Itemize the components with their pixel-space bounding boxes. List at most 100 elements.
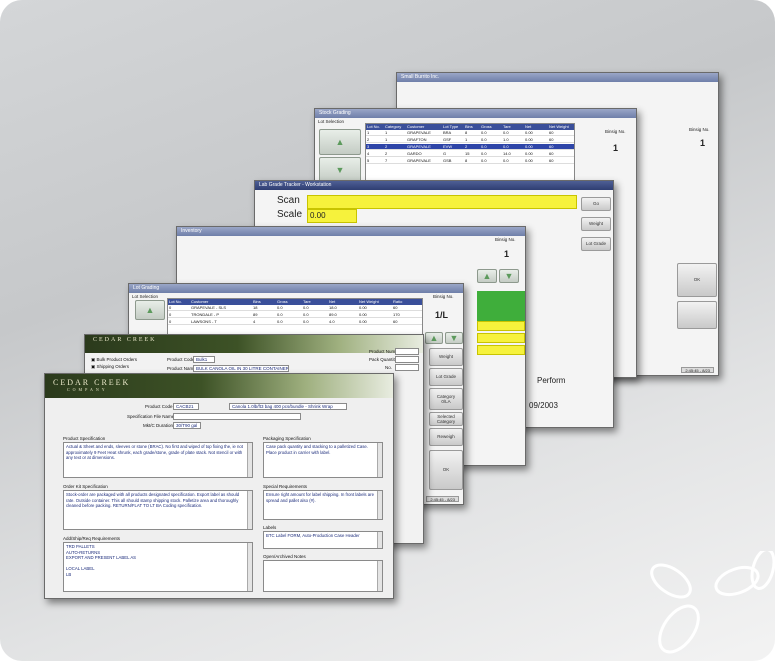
- scroll-up-button[interactable]: ▲: [477, 269, 497, 283]
- additional-req-label: Add/Ship/Req Requirements: [63, 536, 121, 541]
- green-up-arrow-icon: ▲: [335, 137, 345, 147]
- scrollbar[interactable]: [377, 561, 382, 591]
- no-label: No.: [385, 365, 393, 370]
- table-row[interactable]: 0 LAWSONS - T 4 0.0 0.0 4.0 0.00 60: [168, 319, 422, 325]
- product-name-label: Product Name: [167, 366, 196, 371]
- ok-button[interactable]: OK: [677, 263, 717, 297]
- green-down-arrow-icon: ▼: [449, 333, 459, 343]
- side-button-weight[interactable]: Weight: [429, 348, 463, 366]
- table-cell: 0.00: [525, 130, 533, 135]
- labels-label: Labels: [263, 525, 277, 530]
- side-button-weight[interactable]: Weight: [581, 217, 611, 231]
- category-value: 0/LA: [441, 399, 451, 404]
- scrollbar[interactable]: [247, 491, 252, 529]
- green-down-arrow-icon: ▼: [335, 165, 345, 175]
- box-no-value: 1: [700, 138, 706, 148]
- box-no-value: 1/L: [435, 310, 449, 320]
- table-cell: 1: [385, 130, 388, 135]
- table-row[interactable]: 1 1 GRAPEVALE BRA 8 0.0 0.0 0.00 60: [366, 130, 574, 136]
- product-number-field[interactable]: [395, 348, 419, 355]
- date-text: 09/2003: [529, 401, 558, 410]
- table-cell: LAWSONS - T: [191, 319, 217, 324]
- table-row[interactable]: 5 7 GRAPEVALE GSB 8 0.0 0.0 0.00 60: [366, 158, 574, 164]
- table-cell: 8: [465, 130, 468, 135]
- window-titlebar: Lab Grade Tracker - Workstation: [255, 181, 613, 190]
- pack-quantity-field[interactable]: [395, 356, 419, 363]
- table-row[interactable]: 4 2 GARDO G 15 0.0 14.0 0.00 60: [366, 151, 574, 157]
- additional-req-textarea[interactable]: TRD PALLETS AUTO-RETURNS EXPORT AND PRES…: [63, 542, 253, 592]
- general-notes-textarea[interactable]: [263, 560, 383, 592]
- scroll-up-button-right[interactable]: ▲: [425, 332, 443, 344]
- spec-file-field[interactable]: [173, 413, 301, 420]
- mkt-duration-field[interactable]: 30/T90 gal: [173, 422, 201, 429]
- order-spec-label: Order Kit Specification: [63, 484, 108, 489]
- scroll-up-button[interactable]: ▲: [135, 300, 165, 320]
- labels-textarea[interactable]: BTC Label FORM, Auto-Production Case Hea…: [263, 531, 383, 549]
- table-cell: 0: [169, 319, 172, 324]
- table-cell: G: [443, 151, 447, 156]
- product-name-field[interactable]: BULK CANOLA OIL IN 30 LITRE CONTAINERS -…: [193, 365, 289, 372]
- side-button-lot-grade[interactable]: Lot Grade: [581, 237, 611, 251]
- special-req-textarea[interactable]: Ensure right amount for label shipping. …: [263, 490, 383, 520]
- window-titlebar: Lot Grading: [129, 284, 463, 293]
- product-spec-textarea[interactable]: Actual & Sheet and ends, sleeves or ston…: [63, 442, 253, 478]
- table-cell: 0.0: [503, 158, 509, 163]
- table-cell: 0.00: [359, 305, 367, 310]
- table-cell: 0.0: [277, 305, 283, 310]
- order-spec-textarea[interactable]: Stock-order are packaged with all produc…: [63, 490, 253, 530]
- product-description-field[interactable]: Canola 1.0lb/ft3 bag 400 pcs/bundle - Sh…: [229, 403, 347, 410]
- table-row[interactable]: 3 2 GRAPEVALE EVW 2 0.0 0.0 0.00 60: [366, 144, 574, 150]
- scrollbar[interactable]: [247, 443, 252, 477]
- side-button-category[interactable]: Category 0/LA: [429, 388, 463, 410]
- side-button-selected-category[interactable]: Selected Category: [429, 412, 463, 426]
- table-cell: 2: [367, 137, 370, 142]
- scrollbar[interactable]: [377, 532, 382, 548]
- packaging-spec-label: Packaging Specification: [263, 436, 311, 441]
- scrollbar[interactable]: [247, 543, 252, 591]
- table-cell: 2: [385, 144, 388, 149]
- scroll-down-button-right[interactable]: ▼: [445, 332, 463, 344]
- window-titlebar: Inventory: [177, 227, 525, 236]
- green-up-arrow-icon: ▲: [145, 305, 155, 315]
- table-cell: GRAPEVALE - SLS: [191, 305, 227, 310]
- product-spec-label: Product Specification: [63, 436, 106, 441]
- product-code-field[interactable]: Bulk1: [193, 356, 215, 363]
- green-down-arrow-icon: ▼: [504, 271, 514, 281]
- ok-button[interactable]: OK: [429, 450, 463, 490]
- window-titlebar: Small Burrito Inc.: [397, 73, 718, 82]
- scrollbar[interactable]: [377, 491, 382, 519]
- side-button-go[interactable]: Go: [581, 197, 611, 211]
- table-cell: GSB: [443, 158, 452, 163]
- table-row[interactable]: 0 GRAPEVALE - SLS 18 0.0 0.0 18.0 0.00 60: [168, 305, 422, 311]
- scan-input[interactable]: [307, 195, 577, 209]
- scale-input[interactable]: 0.00: [307, 209, 357, 223]
- table-cell: 0.0: [303, 312, 309, 317]
- side-button-reweigh[interactable]: Reweigh: [429, 428, 463, 446]
- table-row[interactable]: 0 TRONDALE - P 89 0.0 0.0 89.0 0.00 170: [168, 312, 422, 318]
- side-button-blank[interactable]: [677, 301, 717, 329]
- scroll-up-button[interactable]: ▲: [319, 129, 361, 155]
- option-bulk-orders[interactable]: ▣ Bulk Product Orders: [91, 357, 137, 363]
- lot-grid: Lot No. Category Customer Lot Type Bins Gross…: [365, 123, 575, 183]
- no-field[interactable]: [395, 364, 419, 371]
- product-code-field[interactable]: CACB21: [173, 403, 199, 410]
- scroll-down-button[interactable]: ▼: [499, 269, 519, 283]
- window-cedar-creek-spec: CEDAR CREEK COMPANY Product Code CACB21 …: [44, 373, 394, 599]
- table-cell: 0.0: [481, 151, 487, 156]
- table-cell: GSF: [443, 137, 452, 142]
- table-row[interactable]: 2 1 GRAFTON GSF 1 0.0 1.0 0.00 60: [366, 137, 574, 143]
- table-cell: GRAFTON: [407, 137, 427, 142]
- option-shipping-orders[interactable]: ▣ Shipping Orders: [91, 364, 129, 370]
- table-cell: 89: [253, 312, 258, 317]
- scan-label: Scan: [277, 195, 300, 206]
- table-cell: EVW: [443, 144, 453, 149]
- table-cell: 0.00: [359, 319, 367, 324]
- table-cell: 0.0: [303, 319, 309, 324]
- table-cell: 60: [393, 305, 398, 310]
- box-no-value: 1: [504, 249, 510, 259]
- chain-link-icon: [650, 551, 775, 654]
- side-button-lot-grade[interactable]: Lot Grade: [429, 368, 463, 386]
- packaging-spec-textarea[interactable]: Case pack quantity and stacking to a pal…: [263, 442, 383, 478]
- table-cell: TRONDALE - P: [191, 312, 220, 317]
- scrollbar[interactable]: [377, 443, 382, 477]
